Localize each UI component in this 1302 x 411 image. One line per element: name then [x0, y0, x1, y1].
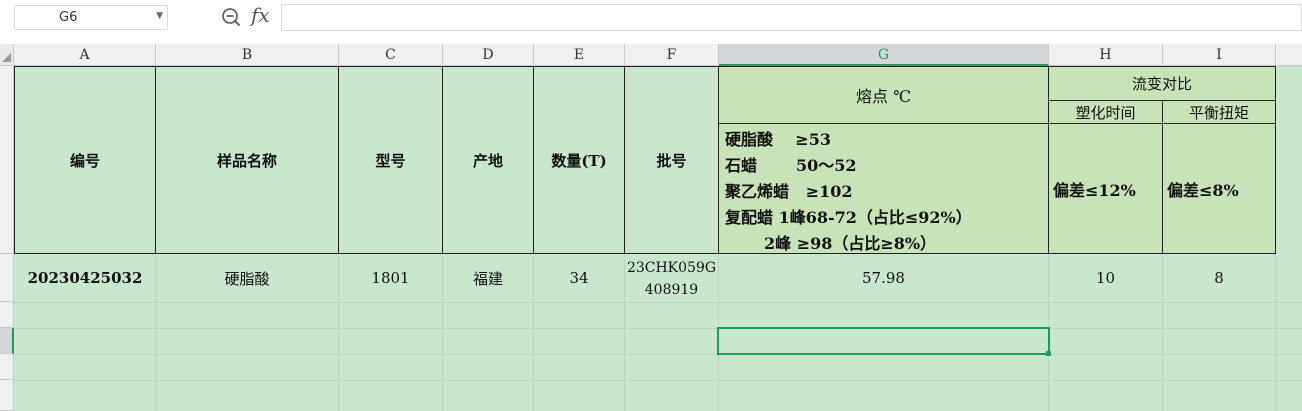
cell-quantity[interactable]: 34	[533, 254, 625, 302]
column-header-a[interactable]: A	[14, 44, 156, 66]
cell-origin[interactable]: 福建	[442, 254, 534, 302]
name-box-value: G6	[59, 10, 78, 25]
cell-id[interactable]: 20230425032	[14, 254, 156, 302]
batch-line: 408919	[644, 282, 699, 298]
column-header-e[interactable]: E	[534, 44, 625, 66]
row-header[interactable]	[0, 302, 14, 328]
row-header[interactable]	[0, 380, 14, 411]
gridline	[14, 354, 1302, 355]
column-header-h[interactable]: H	[1049, 44, 1163, 66]
column-header-b[interactable]: B	[156, 44, 339, 66]
header-cell-rheology[interactable]: 流变对比	[1048, 66, 1276, 101]
column-header-d[interactable]: D	[443, 44, 534, 66]
chevron-down-icon[interactable]: ▼	[156, 11, 163, 21]
cell-sample-name[interactable]: 硬脂酸	[155, 254, 339, 302]
spec-line: 聚乙烯蜡 ≥102	[725, 182, 853, 201]
column-header-f[interactable]: F	[625, 44, 719, 66]
balance-torque-spec-cell[interactable]: 偏差≤8%	[1162, 123, 1276, 254]
formula-input[interactable]	[281, 4, 1302, 31]
cell-plasticizing-time[interactable]: 10	[1048, 254, 1163, 302]
cell-melting-point[interactable]: 57.98	[718, 254, 1049, 302]
header-cell-origin[interactable]: 产地	[442, 66, 534, 254]
header-cell-melting-point[interactable]: 熔点 ℃	[718, 66, 1049, 124]
header-cell-balance-torque[interactable]: 平衡扭矩	[1162, 100, 1276, 124]
cell-batch[interactable]: 23CHK059G 408919	[624, 254, 719, 302]
fx-icon[interactable]: fx	[251, 3, 270, 27]
spec-line: 2峰 ≥98（占比≥8%）	[725, 234, 937, 253]
cell-balance-torque[interactable]: 8	[1162, 254, 1276, 302]
spreadsheet-grid[interactable]: A B C D E F G H I 编号 样品名称 型号 产地 数量(T) 批号…	[0, 44, 1302, 411]
spec-line: 复配蜡 1峰68-72（占比≤92%）	[725, 208, 972, 227]
header-cell-plasticizing-time[interactable]: 塑化时间	[1048, 100, 1163, 124]
header-cell-batch[interactable]: 批号	[624, 66, 719, 254]
gridline	[14, 328, 1302, 329]
gridline	[14, 302, 1302, 303]
row-header[interactable]	[0, 254, 14, 302]
column-header-c[interactable]: C	[339, 44, 443, 66]
column-header-g[interactable]: G	[719, 44, 1049, 66]
fill-handle[interactable]	[1046, 351, 1051, 356]
batch-line: 23CHK059G	[626, 260, 717, 276]
header-cell-model[interactable]: 型号	[338, 66, 443, 254]
row-header-active[interactable]	[0, 328, 14, 354]
cell-model[interactable]: 1801	[338, 254, 443, 302]
column-header-i[interactable]: I	[1163, 44, 1276, 66]
header-cell-id[interactable]: 编号	[14, 66, 156, 254]
column-header-j[interactable]	[1276, 44, 1302, 66]
header-cell-quantity[interactable]: 数量(T)	[533, 66, 625, 254]
active-cell-selection[interactable]	[717, 327, 1050, 355]
melting-point-spec-cell[interactable]: 硬脂酸 ≥53 石蜡 50～52 聚乙烯蜡 ≥102 复配蜡 1峰68-72（占…	[718, 123, 1049, 254]
formula-bar: G6 ▼ fx	[0, 0, 1302, 44]
name-box[interactable]: G6 ▼	[14, 5, 168, 30]
gridline	[14, 380, 1302, 381]
spec-line: 石蜡 50～52	[725, 156, 857, 175]
row-header[interactable]	[0, 66, 14, 254]
spec-line: 硬脂酸 ≥53	[725, 130, 831, 149]
select-all-corner[interactable]	[0, 44, 14, 66]
zoom-icon[interactable]	[221, 7, 241, 27]
row-header[interactable]	[0, 354, 14, 380]
plasticizing-time-spec-cell[interactable]: 偏差≤12%	[1048, 123, 1163, 254]
header-cell-sample-name[interactable]: 样品名称	[155, 66, 339, 254]
